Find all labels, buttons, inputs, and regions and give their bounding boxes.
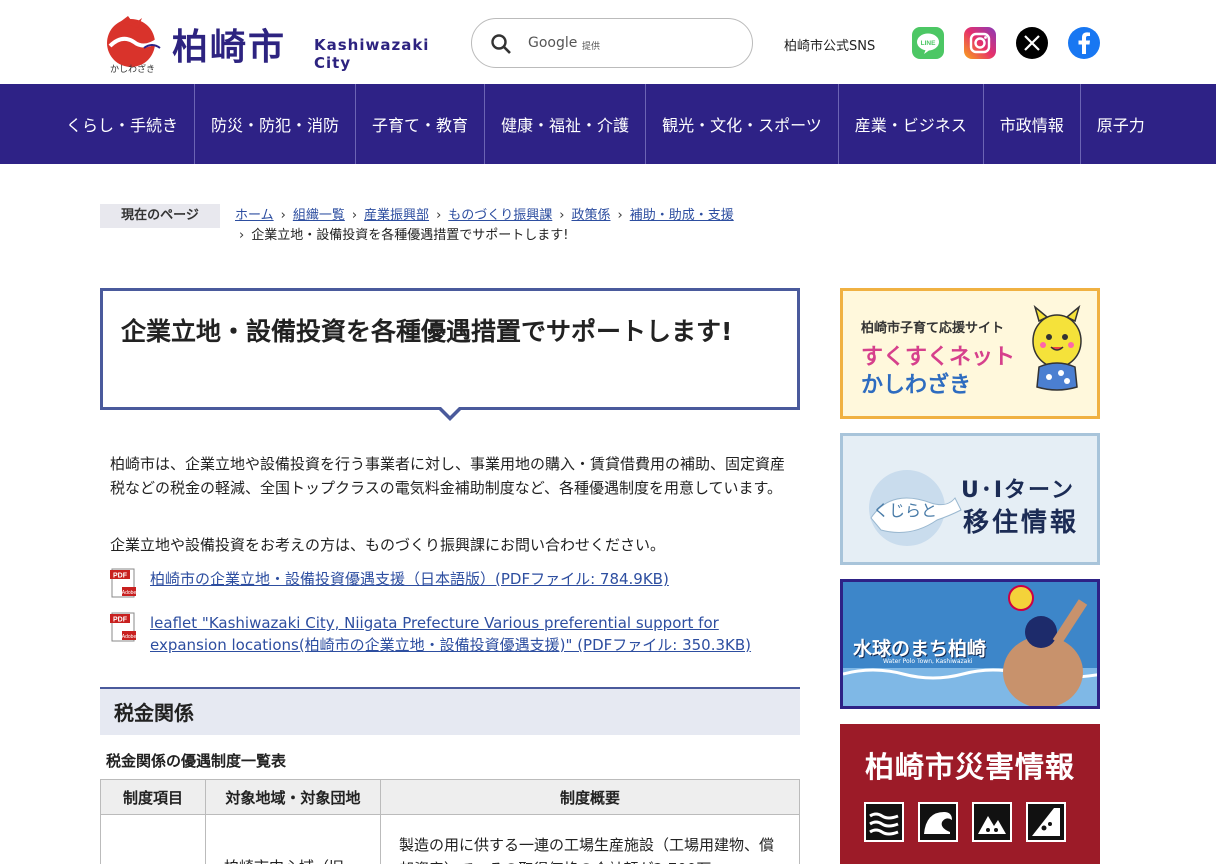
banner-disaster-title: 柏崎市災害情報 [864,750,1075,784]
svg-text:Adobe: Adobe [122,634,137,640]
banner-small-text: 柏崎市子育て応援サイト [861,321,1005,336]
table-header-cell: 制度項目 [100,779,206,815]
title-tail-inner [440,406,460,416]
site-logo[interactable]: かしわざき 柏崎市 Kashiwazaki City [100,10,460,75]
nav-item-bousai[interactable]: 防災・防犯・消防 [195,84,357,164]
search-google-label: Google [528,35,578,51]
table-header-row: 制度項目 対象地域・対象団地 制度概要 [100,779,800,815]
facebook-icon[interactable] [1068,27,1100,59]
chevron-right-icon: › [436,208,442,223]
chevron-right-icon: › [617,208,623,223]
nav-item-shisei[interactable]: 市政情報 [984,84,1081,164]
banner-ui-turn-title: U･Iターン [961,478,1075,503]
page-title: 企業立地・設備投資を各種優遇措置でサポートします! [121,317,733,346]
banner-ui-turn[interactable]: くじらと U･Iターン 移住情報 [840,433,1100,565]
svg-text:Adobe: Adobe [122,590,137,596]
chevron-right-icon: › [239,228,245,243]
nav-item-genshiryoku[interactable]: 原子力 [1081,84,1161,164]
disaster-icon-row [864,802,1084,844]
chevron-right-icon: › [351,208,358,223]
pdf-icon: PDF Adobe [110,568,137,598]
table-header-cell: 制度概要 [380,779,800,815]
pdf-link-english-text[interactable]: leaflet "Kashiwazaki City, Niigata Prefe… [150,612,790,656]
pdf-link-english: PDF Adobe leaflet "Kashiwazaki City, Nii… [110,612,790,662]
banner-sukusuku-net[interactable]: 柏崎市子育て応援サイト すくすくネット かしわざき [840,288,1100,419]
section-heading-tax: 税金関係 [100,687,800,735]
logo-sub-text: かしわざき [110,65,156,75]
table-cell: 製造の用に供する一連の工場生産施設（工場用建物、償却資産）で、その取得価格の合計… [380,814,800,864]
line-icon[interactable]: LINE [912,27,944,59]
chevron-right-icon: › [559,208,565,223]
contact-paragraph: 企業立地や設備投資をお考えの方は、ものづくり振興課にお問い合わせください。 [110,536,666,554]
site-search-input[interactable]: Google 提供 [471,18,753,68]
logo-kanji-text: 柏崎市 [172,27,287,68]
table-cell [100,814,206,864]
flood-icon [864,802,904,842]
breadcrumb-link-organization[interactable]: 組織一覧 [293,208,345,223]
breadcrumb-link-home[interactable]: ホーム [235,208,274,223]
pdf-link-japanese: PDF Adobe 柏崎市の企業立地・設備投資優遇支援（日本語版）(PDFファイ… [110,568,790,598]
whale-logo-text: くじらと [873,503,937,520]
breadcrumb-link-seisaku[interactable]: 政策係 [571,208,610,223]
breadcrumb-current: 企業立地・設備投資を各種優遇措置でサポートします! [251,228,569,243]
nav-item-kurashi[interactable]: くらし・手続き [50,84,196,164]
breadcrumb: ホーム › 組織一覧 › 産業振興部 › ものづくり振興課 › 政策係 › 補助・助成・支援 › 企業立… [235,206,805,246]
table-caption: 税金関係の優遇制度一覧表 [106,752,287,770]
nav-item-kankou[interactable]: 観光・文化・スポーツ [646,84,839,164]
breadcrumb-link-hojo[interactable]: 補助・助成・支援 [630,208,734,223]
search-provided-label: 提供 [582,42,601,52]
svg-text:LINE: LINE [921,40,936,47]
logo-english-text: Kashiwazaki City [314,36,430,72]
tax-incentive-table: 制度項目 対象地域・対象団地 制度概要 柏崎市中心域（旧 製造の用に供する一連の… [100,779,800,864]
banner-disaster-info[interactable]: 柏崎市災害情報 [840,724,1100,864]
global-nav-list: くらし・手続き 防災・防犯・消防 子育て・教育 健康・福祉・介護 観光・文化・ス… [50,84,1161,164]
banner-water-polo-title: 水球のまち柏崎 [853,638,987,660]
pdf-link-japanese-text[interactable]: 柏崎市の企業立地・設備投資優遇支援（日本語版）(PDFファイル: 784.9KB… [150,568,790,590]
nav-item-kosodate[interactable]: 子育て・教育 [356,84,486,164]
instagram-icon[interactable] [964,27,996,59]
nav-item-sangyou[interactable]: 産業・ビジネス [839,84,984,164]
chevron-right-icon: › [280,208,286,223]
banner-main-text: かしわざき [861,373,972,398]
table-header-cell: 対象地域・対象団地 [205,779,381,815]
breadcrumb-link-monozukuri[interactable]: ものづくり振興課 [448,208,552,223]
earthquake-icon [972,802,1012,842]
banner-water-polo-subtitle: Water Polo Town, Kashiwazaki [883,658,973,665]
whale-logo-icon: くじらと [869,470,962,546]
nav-item-kenkou[interactable]: 健康・福祉・介護 [485,84,647,164]
svg-text:PDF: PDF [113,617,128,624]
tsunami-icon [918,802,958,842]
breadcrumb-label: 現在のページ [100,204,220,228]
table-row: 柏崎市中心域（旧 製造の用に供する一連の工場生産施設（工場用建物、償却資産）で、… [100,814,800,864]
x-twitter-icon[interactable] [1016,27,1048,59]
banner-ui-turn-subtitle: 移住情報 [963,508,1080,538]
intro-paragraph: 柏崎市は、企業立地や設備投資を行う事業者に対し、事業用地の購入・賃貸借費用の補助… [110,455,786,497]
sns-label: 柏崎市公式SNS [784,39,876,54]
global-nav: くらし・手続き 防災・防犯・消防 子育て・教育 健康・福祉・介護 観光・文化・ス… [0,84,1216,164]
page-title-box: 企業立地・設備投資を各種優遇措置でサポートします! [100,288,800,410]
breadcrumb-link-sangyo-dept[interactable]: 産業振興部 [364,208,429,223]
site-header: かしわざき 柏崎市 Kashiwazaki City Google 提供 柏崎市… [0,0,1216,84]
mascot-icon [1032,304,1082,391]
table-cell: 柏崎市中心域（旧 [205,814,381,864]
banner-water-polo[interactable]: 水球のまち柏崎 Water Polo Town, Kashiwazaki [840,579,1100,709]
search-icon [491,34,511,54]
pdf-icon: PDF Adobe [110,612,137,642]
landslide-icon [1026,802,1066,842]
svg-text:PDF: PDF [113,573,128,580]
